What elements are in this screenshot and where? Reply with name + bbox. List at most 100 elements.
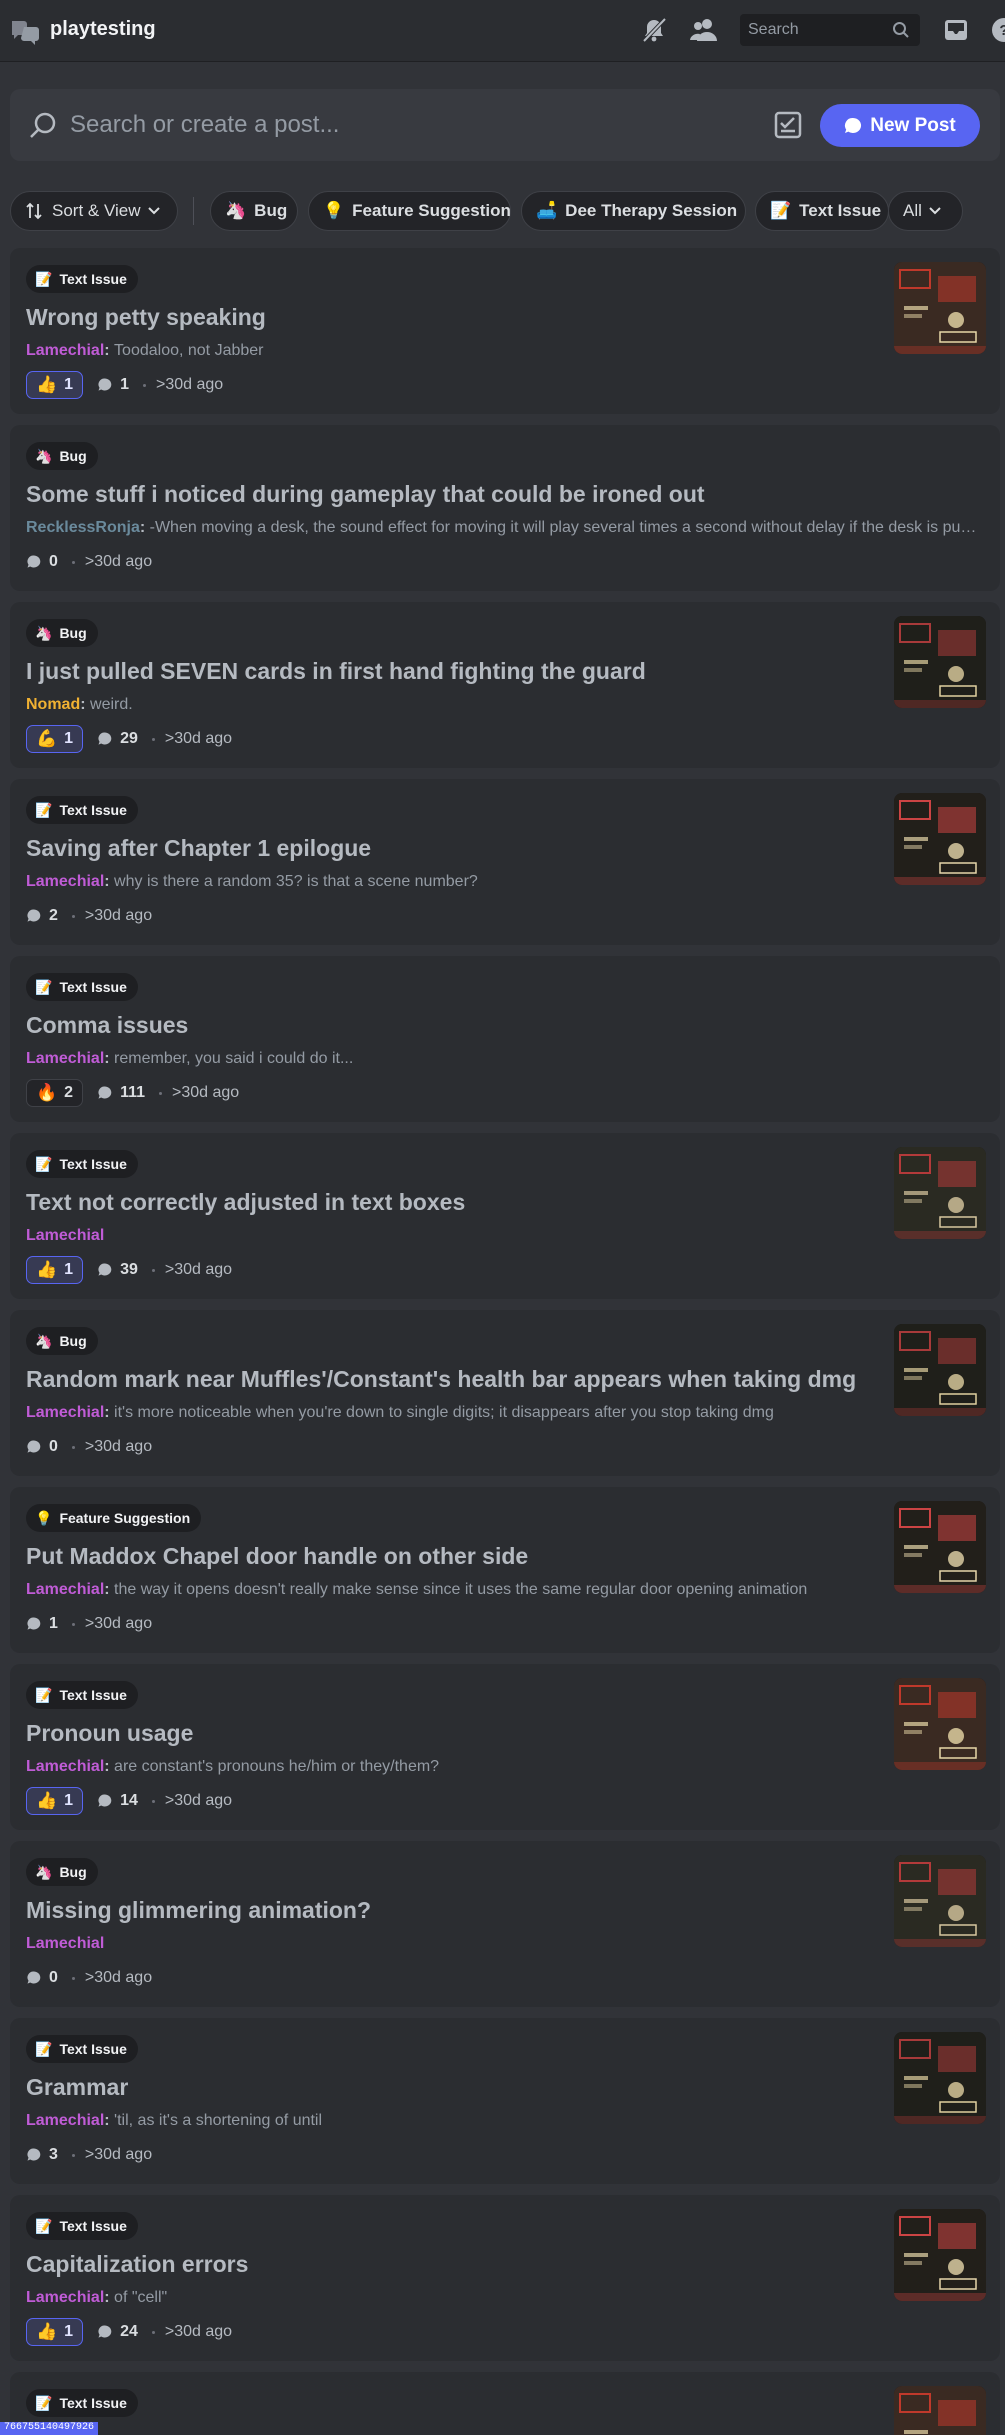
tag-filter-feature-suggestion[interactable]: 💡 Feature Suggestion xyxy=(308,191,511,231)
post-thumbnail-image[interactable] xyxy=(894,1501,986,1593)
reaction-count: 1 xyxy=(64,1261,74,1278)
post-title[interactable]: Put Maddox Chapel door handle on other s… xyxy=(26,1543,528,1570)
post-title[interactable]: Some stuff i noticed during gameplay tha… xyxy=(26,481,705,508)
search-box[interactable] xyxy=(740,14,920,46)
sort-view-button[interactable]: Sort & View xyxy=(10,191,178,231)
post-author[interactable]: Lamechial xyxy=(26,342,104,359)
sort-icon xyxy=(26,202,42,220)
checklist-icon[interactable] xyxy=(772,109,804,141)
post-title[interactable]: I just pulled SEVEN cards in first hand … xyxy=(26,658,646,685)
post-title[interactable]: Text not correctly adjusted in text boxe… xyxy=(26,1189,465,1216)
reply-count: 14 xyxy=(97,1792,138,1810)
post-tag: 📝 Text Issue xyxy=(26,973,138,1001)
post-title[interactable]: Grammar xyxy=(26,2074,128,2101)
post-thumbnail-image[interactable] xyxy=(894,1855,986,1947)
reaction-button[interactable]: 👍 1 xyxy=(26,2318,84,2346)
reaction-button[interactable]: 👍 1 xyxy=(26,1256,84,1284)
post-thumbnail-image[interactable] xyxy=(894,2386,986,2435)
post-title[interactable]: Random mark near Muffles'/Constant's hea… xyxy=(26,1366,856,1393)
tag-filter-dee-therapy-session[interactable]: 🛋️ Dee Therapy Session xyxy=(521,191,746,231)
post-card[interactable]: 🦄 Bug I just pulled SEVEN cards in first h… xyxy=(10,602,1000,768)
reaction-button[interactable]: 💪 1 xyxy=(26,725,84,753)
post-age: >30d ago xyxy=(164,1792,233,1809)
help-icon[interactable]: ? xyxy=(988,14,1005,46)
post-author[interactable]: Lamechial xyxy=(26,1404,104,1421)
post-card[interactable]: 📝 Text Issue Wrong petty speaking Lamechial… xyxy=(10,248,1000,414)
post-preview-line: Lamechial: of "cell" xyxy=(26,2289,167,2307)
post-tag: 📝 Text Issue xyxy=(26,1150,138,1178)
post-title[interactable]: Missing glimmering animation? xyxy=(26,1897,371,1924)
reply-count-value: 1 xyxy=(49,1615,58,1632)
post-thumbnail-image[interactable] xyxy=(894,2032,986,2124)
tag-filter-bug[interactable]: 🦄 Bug xyxy=(210,191,298,231)
reply-count: 0 xyxy=(26,553,58,571)
tag-emoji-icon: 📝 xyxy=(35,801,53,818)
post-author[interactable]: Nomad xyxy=(26,696,80,713)
inbox-icon[interactable] xyxy=(940,14,972,46)
meta-separator-dot xyxy=(71,2153,75,2157)
post-author[interactable]: Lamechial xyxy=(26,2289,104,2306)
reply-count-value: 24 xyxy=(120,2323,138,2340)
post-thumbnail-image[interactable] xyxy=(894,1147,986,1239)
post-author[interactable]: Lamechial xyxy=(26,1581,104,1598)
member-list-icon[interactable] xyxy=(688,14,720,46)
post-author[interactable]: Lamechial xyxy=(26,2112,104,2129)
post-author[interactable]: Lamechial xyxy=(26,1758,104,1775)
post-title[interactable]: Saving after Chapter 1 epilogue xyxy=(26,835,371,862)
status-link-preview: 766755140497926 xyxy=(0,2422,99,2435)
reaction-button[interactable]: 👍 1 xyxy=(26,1787,84,1815)
post-search-input[interactable] xyxy=(70,105,750,145)
post-preview-line: Lamechial: are constant's pronouns he/hi… xyxy=(26,1758,439,1776)
post-title[interactable]: Comma issues xyxy=(26,1012,188,1039)
post-card[interactable]: 📝 Text Issue Comma issues Lamechial: rememb… xyxy=(10,956,1000,1122)
post-preview-text: the way it opens doesn't really make sen… xyxy=(114,1581,808,1598)
tag-emoji-icon: 🦄 xyxy=(35,1863,53,1880)
author-separator: : xyxy=(104,1758,115,1775)
post-title[interactable]: Wrong petty speaking xyxy=(26,304,266,331)
meta-separator-dot xyxy=(142,383,146,387)
post-card[interactable]: 📝 Text Issue Text not correctly adjusted i… xyxy=(10,1133,1000,1299)
post-preview-text: Toodaloo, not Jabber xyxy=(114,342,264,359)
post-thumbnail-image[interactable] xyxy=(894,793,986,885)
post-card[interactable]: 📝 Text Issue Saving after Chapter 1 epilog… xyxy=(10,779,1000,945)
search-input[interactable] xyxy=(748,21,888,39)
post-preview-text: weird. xyxy=(90,696,133,713)
tag-filter-all-dropdown[interactable]: All xyxy=(888,191,963,231)
post-title[interactable]: Capitalization errors xyxy=(26,2251,248,2278)
post-card[interactable]: 📝 Text Issue Pronoun usage Lamechial: are c… xyxy=(10,1664,1000,1830)
post-author[interactable]: Lamechial xyxy=(26,1227,104,1244)
post-card[interactable]: 🦄 Bug Missing glimmering animation? Lamechi… xyxy=(10,1841,1000,2007)
notifications-muted-icon[interactable] xyxy=(638,14,670,46)
post-thumbnail-image[interactable] xyxy=(894,2209,986,2301)
tag-emoji-icon: 📝 xyxy=(35,978,53,995)
post-title[interactable]: Pronoun usage xyxy=(26,1720,193,1747)
post-thumbnail-image[interactable] xyxy=(894,616,986,708)
reaction-button[interactable]: 👍 1 xyxy=(26,371,84,399)
post-card[interactable]: 💡 Feature Suggestion Put Maddox Chapel doo… xyxy=(10,1487,1000,1653)
post-card[interactable]: 📝 Text Issue Grammar Lamechial: 'til, as it… xyxy=(10,2018,1000,2184)
tag-filter-text-issue[interactable]: 📝 Text Issue xyxy=(755,191,889,231)
post-thumbnail-image[interactable] xyxy=(894,262,986,354)
reply-count-value: 0 xyxy=(49,1969,58,1986)
post-author[interactable]: Lamechial xyxy=(26,1050,104,1067)
post-author[interactable]: Lamechial xyxy=(26,873,104,890)
post-preview-text: it's more noticeable when you're down to… xyxy=(114,1404,774,1421)
tag-filter-label: Feature Suggestion xyxy=(352,201,511,220)
post-card[interactable]: 📝 Text Issue Capitalization errors Lamechia… xyxy=(10,2195,1000,2361)
post-card[interactable]: 🦄 Bug Some stuff i noticed during gameplay… xyxy=(10,425,1000,591)
post-thumbnail-image[interactable] xyxy=(894,1324,986,1416)
post-card[interactable]: 📝 Text Issue xyxy=(10,2372,1000,2435)
new-post-button[interactable]: New Post xyxy=(820,104,980,147)
meta-separator-dot xyxy=(151,1799,155,1803)
reaction-emoji-icon: 👍 xyxy=(36,375,58,394)
chat-bubble-icon xyxy=(27,2148,41,2161)
chat-bubble-icon xyxy=(98,378,112,391)
post-author[interactable]: RecklessRonja xyxy=(26,519,140,536)
post-thumbnail-image[interactable] xyxy=(894,1678,986,1770)
post-tag: 📝 Text Issue xyxy=(26,2035,138,2063)
author-separator: : xyxy=(104,873,115,890)
reaction-button[interactable]: 🔥 2 xyxy=(26,1079,84,1107)
post-author[interactable]: Lamechial xyxy=(26,1935,104,1952)
post-card[interactable]: 🦄 Bug Random mark near Muffles'/Constant's… xyxy=(10,1310,1000,1476)
svg-text:?: ? xyxy=(999,22,1005,39)
